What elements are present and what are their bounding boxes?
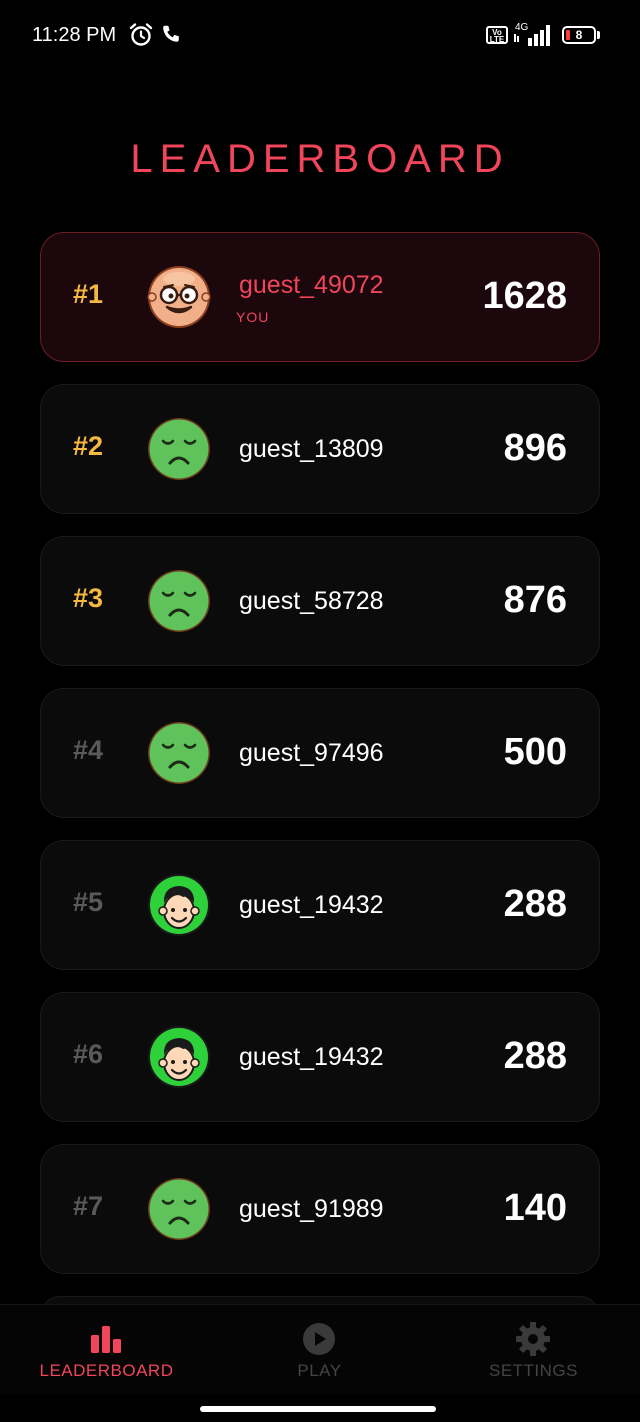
gear-icon — [516, 1322, 550, 1356]
sad-face-avatar — [147, 1177, 211, 1241]
phone-icon — [163, 25, 179, 42]
player-score: 1628 — [482, 275, 567, 317]
battery-tip — [597, 31, 600, 39]
leaderboard-row[interactable]: #4 guest_97496 500 — [40, 688, 600, 818]
player-score: 288 — [503, 1035, 567, 1077]
player-name: guest_19432 — [239, 1043, 384, 1071]
network-label: 4G — [515, 22, 529, 33]
player-name: guest_58728 — [239, 587, 384, 615]
leaderboard-row-current-user[interactable]: #1 guest_49072 YOU 1628 — [40, 232, 600, 362]
sad-face-avatar — [147, 417, 211, 481]
rank-label: #1 — [73, 279, 104, 309]
nav-settings[interactable]: SETTINGS — [427, 1305, 640, 1395]
rank-label: #2 — [73, 431, 104, 461]
sad-face-avatar — [147, 721, 211, 785]
status-time: 11:28 PM — [32, 24, 117, 46]
leaderboard-row[interactable]: #2 guest_13809 896 — [40, 384, 600, 514]
volte-icon: Vo LTE — [486, 26, 508, 44]
status-bar: 11:28 PM Vo LTE 4G 8 — [0, 0, 640, 72]
leaderboard-list[interactable]: #1 guest_49072 YOU 1628 #2 guest_13809 8… — [40, 232, 600, 1358]
rank-label: #3 — [73, 583, 104, 613]
you-badge: YOU — [236, 309, 270, 325]
player-score: 876 — [503, 579, 567, 621]
leaderboard-row[interactable]: #7 guest_91989 140 — [40, 1144, 600, 1274]
glasses-face-avatar — [147, 265, 211, 329]
nav-play[interactable]: PLAY — [213, 1305, 426, 1395]
nav-label: PLAY — [297, 1361, 342, 1380]
battery-percent: 8 — [575, 28, 583, 42]
leaderboard-row[interactable]: #6 guest_19432 288 — [40, 992, 600, 1122]
player-score: 500 — [503, 731, 567, 773]
rank-label: #6 — [73, 1039, 104, 1069]
leaderboard-row[interactable]: #5 guest_19432 288 — [40, 840, 600, 970]
player-name: guest_19432 — [239, 891, 384, 919]
page-title: LEADERBOARD — [130, 136, 510, 181]
smiling-boy-avatar — [147, 873, 211, 937]
rank-label: #7 — [73, 1191, 104, 1221]
signal-icon: 4G — [514, 22, 550, 46]
bar-chart-icon — [91, 1326, 121, 1353]
smiling-boy-avatar — [147, 1025, 211, 1089]
leaderboard-row[interactable]: #3 guest_58728 876 — [40, 536, 600, 666]
bottom-nav: LEADERBOARD PLAY SETTINGS — [0, 1304, 640, 1395]
player-name: guest_49072 — [239, 271, 384, 299]
nav-label: SETTINGS — [488, 1361, 578, 1380]
player-score: 896 — [503, 427, 567, 469]
player-name: guest_91989 — [239, 1195, 384, 1223]
play-icon — [303, 1323, 335, 1355]
nav-leaderboard[interactable]: LEADERBOARD — [0, 1305, 213, 1395]
player-score: 140 — [503, 1187, 567, 1229]
rank-label: #4 — [73, 735, 104, 765]
player-name: guest_13809 — [239, 435, 384, 463]
sad-face-avatar — [147, 569, 211, 633]
player-score: 288 — [503, 883, 567, 925]
home-indicator[interactable] — [200, 1406, 436, 1412]
nav-label: LEADERBOARD — [39, 1361, 174, 1380]
alarm-clock-icon — [129, 23, 153, 46]
battery-icon: 8 — [562, 26, 596, 44]
rank-label: #5 — [73, 887, 104, 917]
player-name: guest_97496 — [239, 739, 384, 767]
